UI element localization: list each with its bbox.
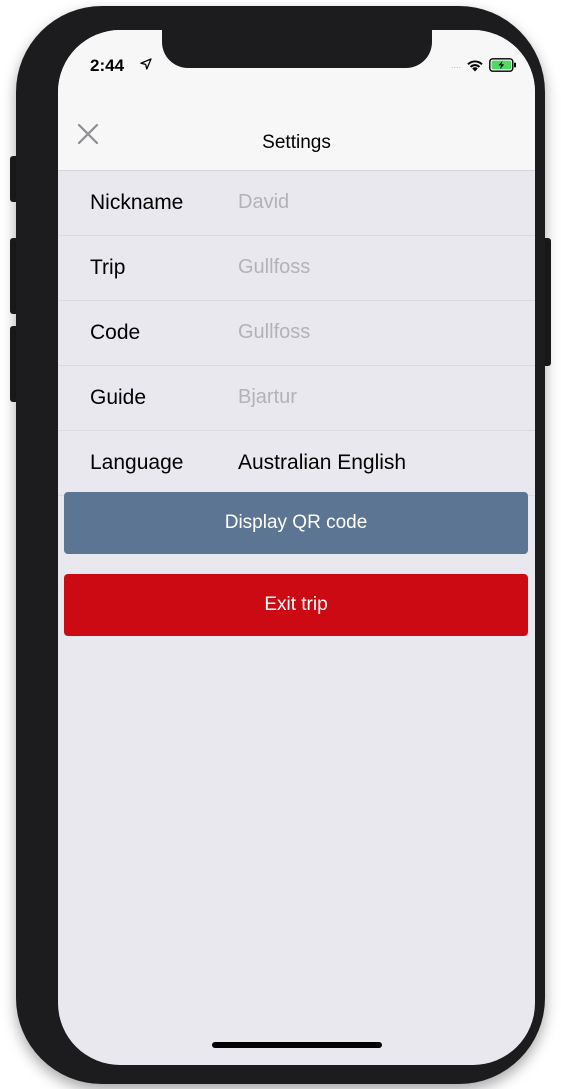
wifi-icon [467, 59, 483, 71]
phone-body: 2:44 .... Settings Nickname David Trip G… [16, 6, 545, 1084]
nickname-label: Nickname [90, 191, 184, 214]
code-value: Gullfoss [238, 321, 311, 343]
language-row[interactable]: Language Australian English [58, 431, 535, 496]
language-value[interactable]: Australian English [238, 451, 406, 475]
trip-value: Gullfoss [238, 256, 311, 278]
settings-list: Nickname David Trip Gullfoss Code Gullfo… [58, 171, 535, 496]
guide-label: Guide [90, 386, 147, 409]
status-indicators: .... [451, 58, 517, 72]
nickname-row[interactable]: Nickname David [58, 171, 535, 236]
signal-icon: .... [450, 60, 461, 70]
status-time: 2:44 [90, 56, 125, 75]
page-title: Settings [262, 132, 331, 153]
trip-row: Trip Gullfoss [58, 236, 535, 301]
code-row: Code Gullfoss [58, 301, 535, 366]
screen: 2:44 .... Settings Nickname David Trip G… [58, 30, 535, 1065]
code-label: Code [90, 321, 141, 344]
guide-row: Guide Bjartur [58, 366, 535, 431]
device-frame: 2:44 .... Settings Nickname David Trip G… [0, 0, 561, 1089]
nickname-value[interactable]: David [238, 191, 289, 214]
home-indicator[interactable] [212, 1042, 382, 1048]
trip-label: Trip [90, 256, 126, 279]
battery-charging-icon [489, 58, 516, 72]
language-label: Language [90, 451, 184, 474]
notch [162, 30, 432, 68]
location-arrow-icon [140, 58, 152, 70]
display-qr-code-button[interactable]: Display QR code [64, 492, 528, 554]
guide-value: Bjartur [238, 386, 297, 408]
exit-trip-button[interactable]: Exit trip [64, 574, 528, 636]
